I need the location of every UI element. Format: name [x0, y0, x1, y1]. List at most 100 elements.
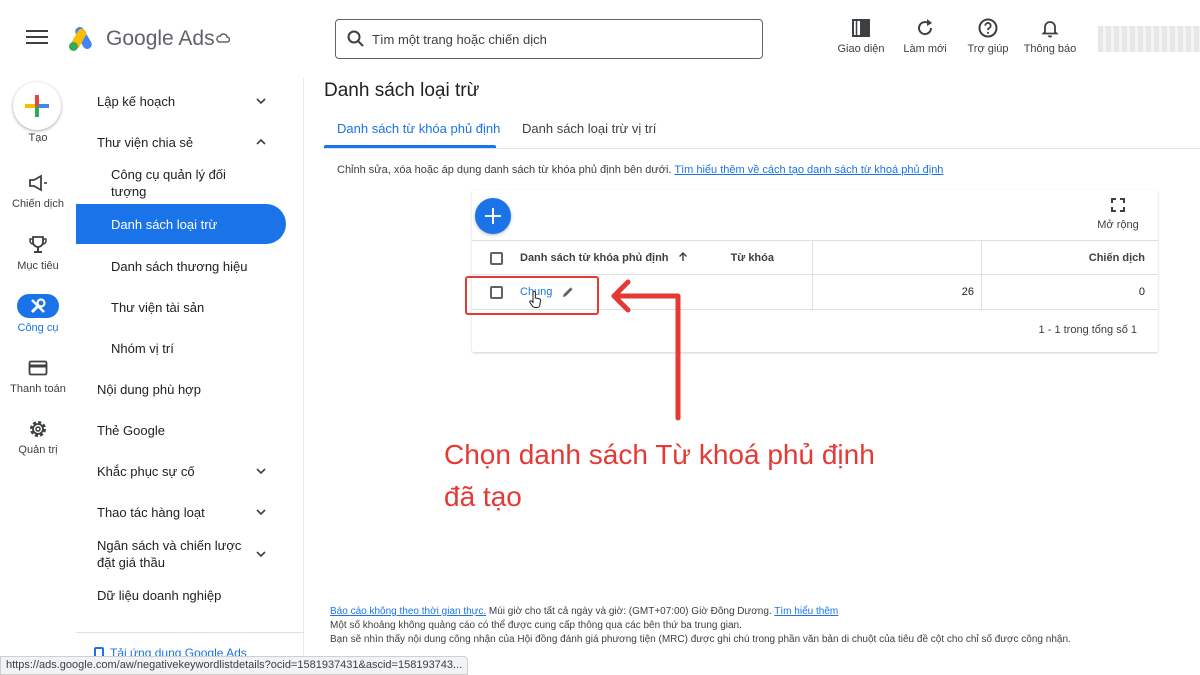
- create-label: Tạo: [28, 132, 48, 144]
- gear-icon: [30, 421, 46, 437]
- column-keywords[interactable]: Từ khóa: [731, 252, 774, 264]
- column-list-name[interactable]: Danh sách từ khóa phủ định: [520, 252, 688, 264]
- add-list-button[interactable]: [475, 198, 511, 234]
- cloud-sync-icon: [216, 33, 230, 43]
- nav-content-suitability[interactable]: Nội dung phù hợp: [76, 381, 286, 398]
- appearance-label: Giao diện: [837, 43, 885, 55]
- chevron-down-icon: [256, 468, 266, 475]
- nav-bulk-actions[interactable]: Thao tác hàng loạt: [76, 504, 286, 521]
- nav-shared-library-label: Thư viện chia sẻ: [97, 135, 194, 150]
- annotation-text: Chọn danh sách Từ khoá phủ định đã tạo: [444, 439, 875, 512]
- description-text: Chỉnh sửa, xóa hoặc áp dụng danh sách từ…: [337, 164, 672, 176]
- chevron-up-icon: [256, 138, 266, 145]
- nav-google-tag-label: Thẻ Google: [97, 423, 165, 438]
- google-ads-logo-icon: [69, 27, 92, 51]
- main-content: Danh sách loại trừ Danh sách từ khóa phủ…: [304, 78, 1200, 656]
- rail-goals[interactable]: Mục tiêu: [0, 234, 76, 272]
- column-list-name-label: Danh sách từ khóa phủ định: [520, 252, 669, 264]
- footer-notes: Báo cáo không theo thời gian thực. Múi g…: [330, 605, 1071, 647]
- rail-goals-label: Mục tiêu: [17, 260, 59, 272]
- footer-learn-more-link[interactable]: Tìm hiểu thêm: [774, 606, 838, 617]
- chevron-down-icon: [256, 509, 266, 516]
- nav-content-suitability-label: Nội dung phù hợp: [97, 382, 201, 397]
- nav-brand-lists-label: Danh sách thương hiệu: [111, 259, 248, 274]
- nav-planning-label: Lập kế hoạch: [97, 94, 176, 109]
- appearance-icon: [852, 19, 870, 37]
- learn-more-link[interactable]: Tìm hiểu thêm về cách tạo danh sách từ k…: [674, 164, 943, 176]
- footer-line-2: Một số khoảng không quảng cáo có thể đượ…: [330, 620, 742, 631]
- appearance-button[interactable]: Giao diện: [829, 18, 893, 55]
- timezone-text: Múi giờ cho tất cả ngày và giờ: (GMT+07:…: [486, 606, 772, 617]
- rail-tools-label: Công cụ: [17, 322, 59, 334]
- search-icon: [347, 30, 364, 47]
- campaign-count: 0: [1138, 286, 1145, 298]
- lists-table-card: Mở rộng Danh sách từ khóa phủ định Từ kh…: [472, 190, 1158, 352]
- realtime-report-link[interactable]: Báo cáo không theo thời gian thực.: [330, 606, 486, 617]
- expand-button[interactable]: Mở rộng: [1088, 198, 1148, 231]
- search-box[interactable]: [335, 19, 763, 59]
- rail-billing-label: Thanh toán: [10, 383, 66, 395]
- column-divider: [812, 275, 813, 309]
- nav-location-groups-label: Nhóm vị trí: [111, 341, 174, 356]
- nav-audience-manager[interactable]: Công cụ quản lý đối tượng: [76, 166, 256, 200]
- sort-up-arrow-icon: [678, 252, 687, 261]
- nav-bulk-actions-label: Thao tác hàng loạt: [97, 505, 205, 520]
- menu-icon[interactable]: [26, 30, 48, 48]
- fullscreen-icon: [1111, 198, 1125, 212]
- tools-nav-panel: Lập kế hoạch Thư viện chia sẻ Công cụ qu…: [76, 78, 304, 660]
- highlight-box: [465, 276, 599, 315]
- table-header: Danh sách từ khóa phủ định Từ khóa Chiến…: [472, 240, 1158, 275]
- column-divider: [981, 275, 982, 309]
- annotation-arrow: [611, 279, 681, 421]
- nav-divider: [76, 632, 304, 633]
- nav-brand-lists[interactable]: Danh sách thương hiệu: [76, 258, 286, 275]
- select-all-checkbox[interactable]: [490, 252, 503, 265]
- nav-budgets-bidding[interactable]: Ngân sách và chiến lược đặt giá thầu: [76, 537, 286, 571]
- footer-line-3: Bạn sẽ nhìn thấy nội dung công nhận của …: [330, 634, 1071, 645]
- expand-label: Mở rộng: [1097, 219, 1139, 231]
- column-campaigns[interactable]: Chiến dịch: [1089, 252, 1145, 264]
- nav-asset-library-label: Thư viện tài sản: [111, 300, 205, 315]
- notifications-button[interactable]: Thông báo: [1018, 18, 1082, 55]
- credit-card-icon: [28, 360, 48, 376]
- tab-negative-keyword-lists-label: Danh sách từ khóa phủ định: [337, 121, 501, 136]
- rail-campaigns[interactable]: Chiến dịch: [0, 172, 76, 210]
- nav-shared-library[interactable]: Thư viện chia sẻ: [76, 134, 286, 151]
- nav-business-data[interactable]: Dữ liệu doanh nghiệp: [76, 587, 286, 604]
- footer-line-1: Báo cáo không theo thời gian thực. Múi g…: [330, 605, 1071, 619]
- rail-tools[interactable]: Công cụ: [0, 294, 76, 334]
- create-button[interactable]: [13, 82, 61, 130]
- megaphone-icon: [29, 174, 47, 192]
- help-icon: [978, 18, 998, 38]
- refresh-button[interactable]: Làm mới: [893, 18, 957, 55]
- keyword-count: 26: [961, 286, 974, 298]
- nav-location-groups[interactable]: Nhóm vị trí: [76, 340, 286, 357]
- nav-troubleshooting-label: Khắc phục sự cố: [97, 464, 195, 479]
- help-button[interactable]: Trợ giúp: [956, 18, 1020, 55]
- nav-business-data-label: Dữ liệu doanh nghiệp: [97, 588, 222, 603]
- rail-admin-label: Quản trị: [18, 444, 58, 456]
- page-title: Danh sách loại trừ: [324, 80, 480, 101]
- rail-admin[interactable]: Quản trị: [0, 418, 76, 456]
- nav-exclusion-lists[interactable]: Danh sách loại trừ: [76, 204, 286, 244]
- account-info-blurred[interactable]: [1098, 26, 1200, 52]
- nav-troubleshooting[interactable]: Khắc phục sự cố: [76, 463, 286, 480]
- nav-asset-library[interactable]: Thư viện tài sản: [76, 299, 286, 316]
- nav-budgets-bidding-label: Ngân sách và chiến lược đặt giá thầu: [97, 538, 242, 570]
- brand-name: Google Ads: [106, 27, 215, 50]
- tab-negative-keyword-lists[interactable]: Danh sách từ khóa phủ định: [337, 121, 500, 136]
- top-bar: Google Ads Giao diện Làm mới Trợ giúp: [0, 0, 1200, 78]
- column-divider: [981, 241, 982, 275]
- refresh-icon: [918, 19, 933, 36]
- tabs-divider: [324, 148, 1200, 149]
- nav-google-tag[interactable]: Thẻ Google: [76, 422, 286, 439]
- nav-planning[interactable]: Lập kế hoạch: [76, 93, 286, 110]
- bell-icon: [1041, 21, 1059, 38]
- search-input[interactable]: [372, 20, 752, 58]
- rail-billing[interactable]: Thanh toán: [0, 357, 76, 395]
- pagination-text: 1 - 1 trong tổng số 1: [1038, 324, 1137, 336]
- notifications-label: Thông báo: [1023, 43, 1077, 55]
- refresh-label: Làm mới: [903, 43, 947, 55]
- tab-placement-exclusion-lists[interactable]: Danh sách loại trừ vị trí: [522, 121, 656, 136]
- description: Chỉnh sửa, xóa hoặc áp dụng danh sách từ…: [337, 164, 943, 176]
